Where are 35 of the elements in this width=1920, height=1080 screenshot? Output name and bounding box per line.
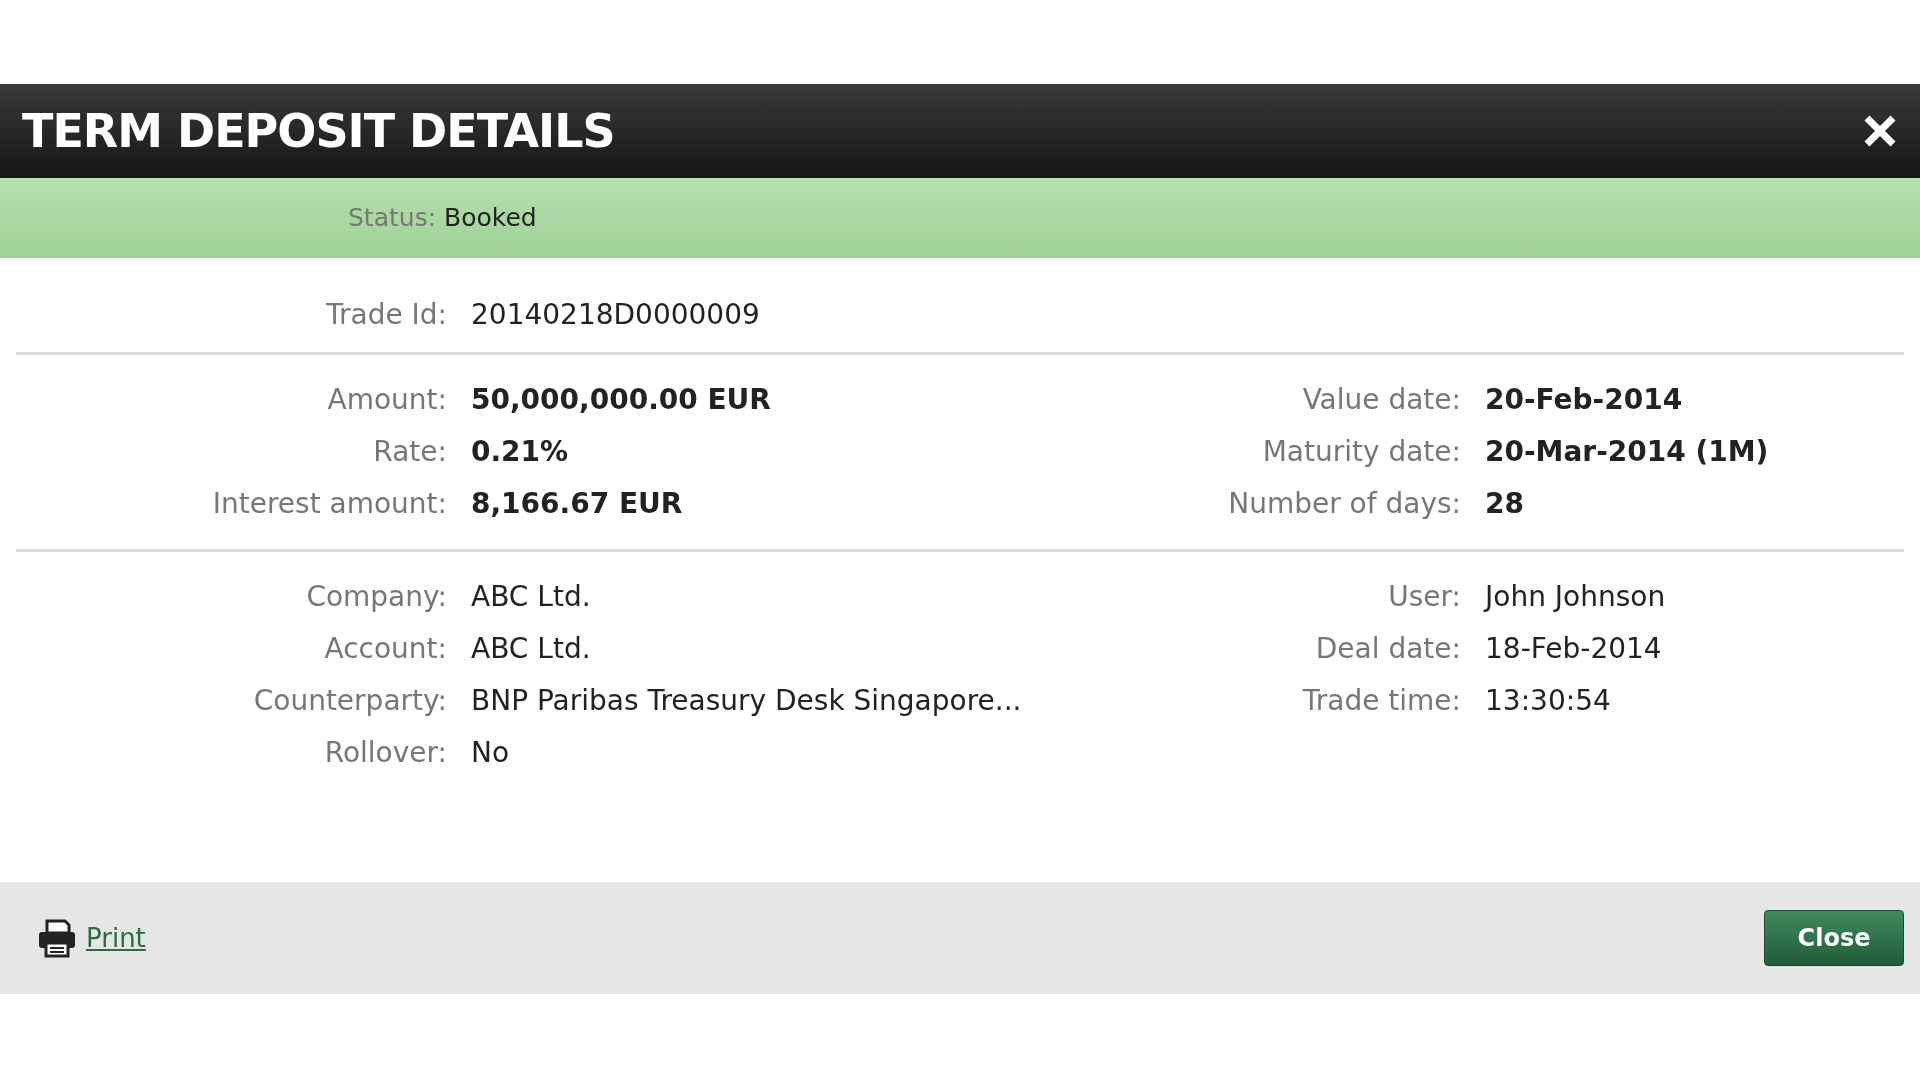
- field-label: Account:: [323, 631, 447, 667]
- field-value: ABC Ltd.: [471, 631, 592, 667]
- status-value: Booked: [444, 202, 537, 235]
- field-label: Trade Id:: [324, 297, 447, 333]
- field-value: No: [471, 735, 511, 771]
- field-value: 28: [1485, 486, 1525, 522]
- field-label: Number of days:: [1227, 486, 1461, 522]
- field-value: BNP Paribas Treasury Desk Singapore...: [471, 683, 1023, 719]
- field-value: 50,000,000.00 EUR: [471, 382, 772, 418]
- field-label: Amount:: [326, 382, 447, 418]
- field-value: 8,166.67 EUR: [471, 486, 684, 522]
- print-link[interactable]: Print: [86, 918, 146, 958]
- field-label: Value date:: [1301, 382, 1461, 418]
- status-label: Status:: [348, 202, 437, 235]
- field-value: 13:30:54: [1485, 683, 1612, 719]
- field-label: Company:: [305, 579, 447, 615]
- field-value: 20-Mar-2014 (1M): [1485, 434, 1770, 470]
- field-label: Maturity date:: [1261, 434, 1461, 470]
- field-label: Deal date:: [1314, 631, 1461, 667]
- field-label: Rollover:: [323, 735, 447, 771]
- field-value: 20-Feb-2014: [1485, 382, 1684, 418]
- field-label: Counterparty:: [252, 683, 447, 719]
- field-value: ABC Ltd.: [471, 579, 592, 615]
- field-label: Rate:: [372, 434, 447, 470]
- dialog-title: TERM DEPOSIT DETAILS: [22, 102, 615, 160]
- field-label: Trade time:: [1301, 683, 1461, 719]
- field-label: Interest amount:: [211, 486, 447, 522]
- field-value: John Johnson: [1485, 579, 1667, 615]
- close-button[interactable]: Close: [1764, 910, 1904, 966]
- field-label: User:: [1387, 579, 1461, 615]
- field-value: 18-Feb-2014: [1485, 631, 1663, 667]
- field-value: 0.21%: [471, 434, 570, 470]
- close-icon[interactable]: [1862, 113, 1898, 149]
- field-value: 20140218D0000009: [471, 297, 761, 333]
- printer-icon[interactable]: [36, 917, 78, 959]
